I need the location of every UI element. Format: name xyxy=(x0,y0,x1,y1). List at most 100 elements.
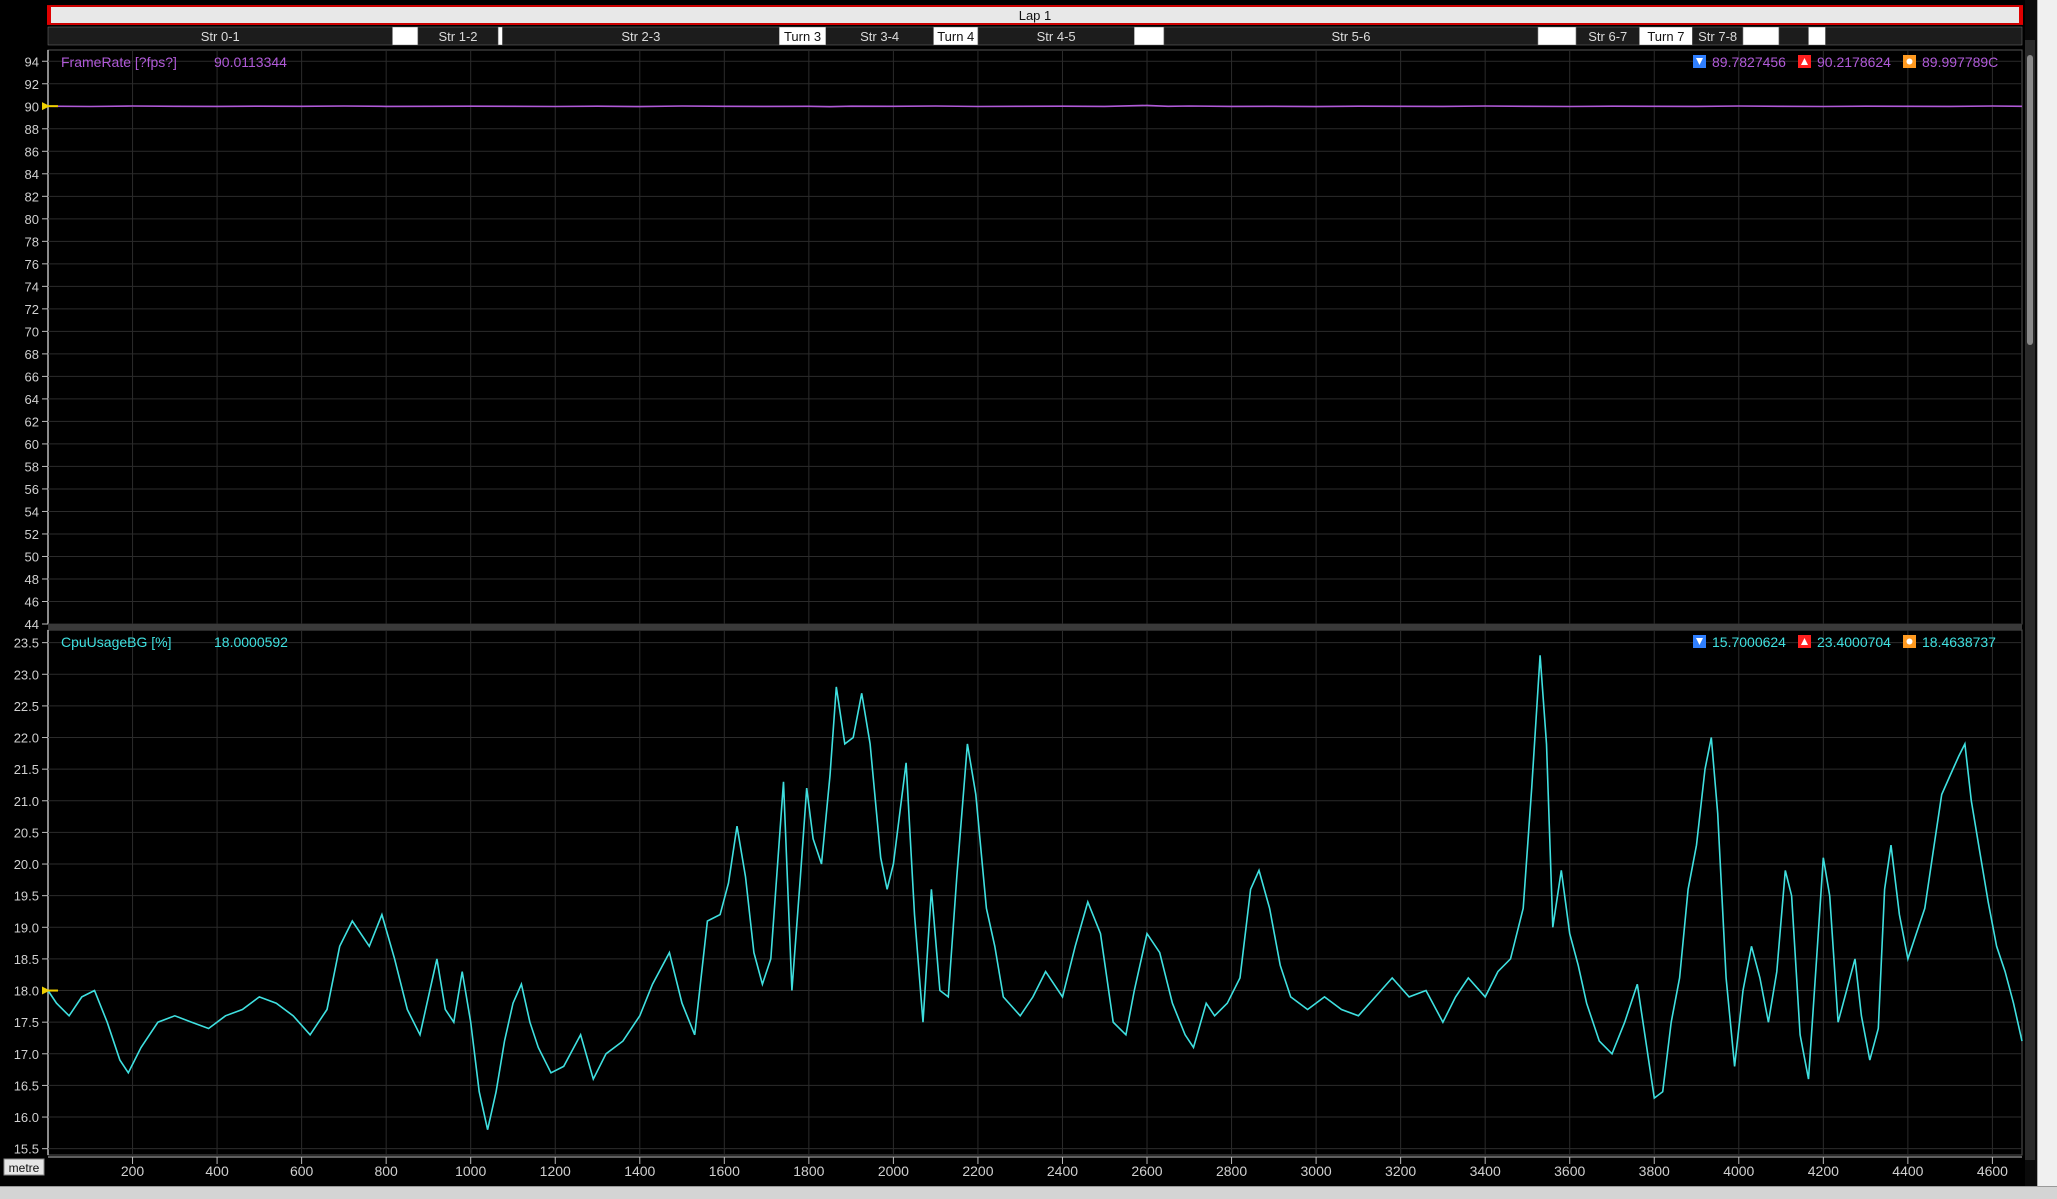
segment[interactable] xyxy=(1537,26,1577,46)
framerate-y-tick-label: 48 xyxy=(25,572,39,587)
cpu-y-tick-label: 23.0 xyxy=(14,667,39,682)
telemetry-window: Lap 1 Str 0-1 Str 1-2 Str 2-3 Turn 3 Str 3-4… xyxy=(0,0,2057,1199)
framerate-y-tick-label: 72 xyxy=(25,302,39,317)
scrollbar-thumb[interactable] xyxy=(2027,55,2033,345)
cpu-y-tick-label: 15.5 xyxy=(14,1142,39,1157)
framerate-y-tick-label: 60 xyxy=(25,437,39,452)
x-tick-label: 200 xyxy=(121,1163,145,1179)
framerate-y-tick-label: 46 xyxy=(25,594,39,609)
cpu-y-tick-label: 21.5 xyxy=(14,762,39,777)
pane-divider[interactable] xyxy=(48,624,2022,630)
segment-label: Str 3-4 xyxy=(860,29,899,44)
x-unit-label: metre xyxy=(9,1161,40,1175)
lap-label: Lap 1 xyxy=(1019,8,1052,23)
framerate-stat-min-value: 89.7827456 xyxy=(1712,54,1786,70)
x-tick-label: 1200 xyxy=(540,1163,571,1179)
segment[interactable] xyxy=(497,26,503,46)
framerate-y-tick-label: 64 xyxy=(25,392,39,407)
segment-label: Str 0-1 xyxy=(201,29,240,44)
x-tick-label: 2400 xyxy=(1047,1163,1078,1179)
cpu-y-tick-label: 17.0 xyxy=(14,1047,39,1062)
x-tick-label: 4000 xyxy=(1723,1163,1754,1179)
cpu-y-tick-label: 20.0 xyxy=(14,857,39,872)
framerate-y-tick-label: 82 xyxy=(25,189,39,204)
x-tick-label: 800 xyxy=(374,1163,398,1179)
framerate-y-tick-label: 76 xyxy=(25,257,39,272)
telemetry-chart: Lap 1 Str 0-1 Str 1-2 Str 2-3 Turn 3 Str 3-4… xyxy=(0,0,2025,1186)
x-tick-label: 1600 xyxy=(709,1163,740,1179)
framerate-stat-max-value: 90.2178624 xyxy=(1817,54,1891,70)
segment[interactable] xyxy=(1742,26,1780,46)
cpu-y-tick-label: 19.5 xyxy=(14,889,39,904)
segment-label: Str 5-6 xyxy=(1331,29,1370,44)
x-tick-label: 2200 xyxy=(962,1163,993,1179)
segment-label: Str 6-7 xyxy=(1588,29,1627,44)
cpu-y-tick-label: 22.5 xyxy=(14,699,39,714)
x-tick-label: 3400 xyxy=(1470,1163,1501,1179)
cpu-series-name: CpuUsageBG [%] xyxy=(61,634,172,650)
segment-label: Turn 4 xyxy=(937,29,974,44)
segment[interactable] xyxy=(1134,26,1165,46)
framerate-stat-avg-value: 89.997789C xyxy=(1922,54,1998,70)
cpu-y-tick-label: 21.0 xyxy=(14,794,39,809)
x-tick-label: 2000 xyxy=(878,1163,909,1179)
framerate-series-line[interactable] xyxy=(47,104,2023,108)
framerate-y-tick-label: 74 xyxy=(25,279,39,294)
cpu-y-tick-label: 20.5 xyxy=(14,825,39,840)
cpu-plot-area[interactable] xyxy=(47,629,2023,1156)
segment[interactable] xyxy=(392,26,419,46)
x-tick-label: 2600 xyxy=(1131,1163,1162,1179)
framerate-y-tick-label: 44 xyxy=(25,617,39,632)
x-tick-label: 3600 xyxy=(1554,1163,1585,1179)
segment-label: Turn 3 xyxy=(784,29,821,44)
segment[interactable] xyxy=(1825,26,2023,46)
framerate-y-tick-label: 94 xyxy=(25,54,39,69)
framerate-y-tick-label: 62 xyxy=(25,414,39,429)
framerate-y-tick-label: 80 xyxy=(25,212,39,227)
x-tick-label: 1800 xyxy=(793,1163,824,1179)
framerate-y-tick-label: 52 xyxy=(25,527,39,542)
framerate-y-tick-label: 84 xyxy=(25,167,39,182)
framerate-series-name: FrameRate [?fps?] xyxy=(61,54,177,70)
framerate-pane[interactable]: 44 46 48 50 52 54 56 58 60 62 64 66 68 70 72 74 76 78 80 82… xyxy=(25,49,2023,632)
framerate-y-tick-label: 78 xyxy=(25,234,39,249)
segment-label: Str 4-5 xyxy=(1037,29,1076,44)
framerate-y-tick-label: 92 xyxy=(25,77,39,92)
x-tick-label: 3000 xyxy=(1301,1163,1332,1179)
x-tick-label: 3200 xyxy=(1385,1163,1416,1179)
segment-label: Str 7-8 xyxy=(1698,29,1737,44)
framerate-plot-area[interactable] xyxy=(47,49,2023,625)
framerate-y-tick-label: 90 xyxy=(25,99,39,114)
framerate-y-tick-label: 58 xyxy=(25,459,39,474)
cpu-stat-min-value: 15.7000624 xyxy=(1712,634,1786,650)
x-tick-label: 1000 xyxy=(455,1163,486,1179)
cpu-y-tick-label: 22.0 xyxy=(14,731,39,746)
cpu-y-tick-label: 23.5 xyxy=(14,636,39,651)
framerate-y-tick-label: 66 xyxy=(25,369,39,384)
framerate-y-tick-label: 70 xyxy=(25,324,39,339)
framerate-y-tick-label: 54 xyxy=(25,504,39,519)
framerate-y-tick-label: 68 xyxy=(25,347,39,362)
x-tick-label: 2800 xyxy=(1216,1163,1247,1179)
segment-bar[interactable]: Str 0-1 Str 1-2 Str 2-3 Turn 3 Str 3-4 Turn 4… xyxy=(47,26,2023,46)
x-tick-label: 4200 xyxy=(1808,1163,1839,1179)
segment-label: Str 1-2 xyxy=(439,29,478,44)
segment-label: Turn 7 xyxy=(1647,29,1684,44)
cpu-y-tick-label: 16.5 xyxy=(14,1078,39,1093)
cpu-pane[interactable]: 15.5 16.0 16.5 17.0 17.5 18.0 18.5 19.0 19.5 20.0… xyxy=(14,624,2023,1157)
cpu-y-tick-label: 19.0 xyxy=(14,920,39,935)
x-tick-label: 1400 xyxy=(624,1163,655,1179)
x-tick-label: 600 xyxy=(290,1163,314,1179)
segment[interactable] xyxy=(1778,26,1809,46)
segment[interactable] xyxy=(1808,26,1826,46)
cpu-avg-dot-icon xyxy=(1906,638,1913,645)
framerate-y-tick-label: 88 xyxy=(25,122,39,137)
framerate-y-tick-label: 86 xyxy=(25,144,39,159)
lap-bar[interactable]: Lap 1 xyxy=(47,5,2023,25)
side-toolbar xyxy=(2037,0,2057,1186)
lap-end-marker xyxy=(2019,6,2023,24)
x-tick-label: 3800 xyxy=(1639,1163,1670,1179)
cpu-y-tick-label: 18.5 xyxy=(14,952,39,967)
cpu-y-tick-label: 18.0 xyxy=(14,984,39,999)
framerate-avg-dot-icon xyxy=(1906,58,1913,65)
